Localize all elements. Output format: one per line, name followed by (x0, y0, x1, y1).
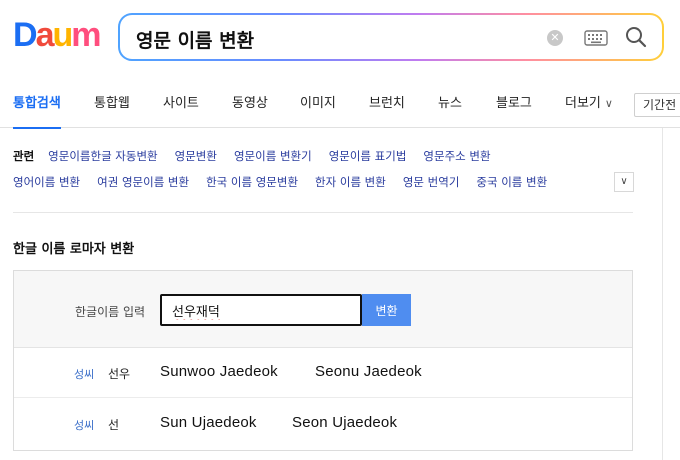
romanization-result: Sunwoo Jaedeok (160, 363, 278, 380)
period-filter-button[interactable]: 기간전 (634, 93, 680, 117)
romanization-result: Seon Ujaedeok (292, 414, 398, 431)
search-box-inner: 영문 이름 변환 ✕ (120, 15, 662, 59)
related-row-1: 관련 영문이름한글 자동변환 영문변환 영문이름 변환기 영문이름 표기법 영문주소 변환 (13, 148, 508, 168)
tab-more-label: 더보기 (565, 96, 601, 111)
related-row-2: 영어이름 변환 여권 영문이름 변환 한국 이름 영문변환 한자 이름 변환 영문 번역… (13, 174, 564, 194)
chevron-down-icon: ∨ (604, 97, 613, 110)
related-link[interactable]: 영문이름 표기법 (329, 149, 407, 163)
romanization-result: Sun Ujaedeok (160, 414, 257, 431)
tab-news[interactable]: 뉴스 (438, 82, 462, 128)
surname-value: 선우 (108, 367, 131, 381)
keyboard-icon[interactable] (584, 29, 608, 47)
related-link[interactable]: 한국 이름 영문변환 (206, 175, 298, 189)
expand-related-chevron-icon[interactable]: ∨ (614, 172, 634, 192)
search-input[interactable]: 영문 이름 변환 (136, 26, 254, 53)
related-link[interactable]: 영문주소 변환 (423, 149, 490, 163)
tab-image[interactable]: 이미지 (300, 82, 336, 128)
tab-video[interactable]: 동영상 (232, 82, 268, 128)
surname-tag: 성씨 (74, 368, 95, 381)
related-link[interactable]: 영어이름 변환 (13, 175, 80, 189)
search-box: 영문 이름 변환 ✕ (118, 13, 664, 61)
right-column-divider (662, 128, 663, 460)
related-link[interactable]: 영문변환 (175, 149, 217, 163)
tab-integrated-web[interactable]: 통합웹 (94, 82, 130, 128)
logo-letter-u: u (52, 16, 73, 54)
daum-logo[interactable]: D a u m (13, 16, 102, 54)
tab-more[interactable]: 더보기 ∨ (565, 82, 613, 128)
logo-letter-a: a (35, 16, 55, 54)
korean-name-input[interactable] (160, 294, 362, 326)
search-tabs: 통합검색 통합웹 사이트 동영상 이미지 브런치 뉴스 블로그 더보기 ∨ 기간전 (0, 82, 680, 129)
tab-integrated-search[interactable]: 통합검색 (13, 82, 61, 129)
romanization-converter: 한글이름 입력 변환 성씨 선우 Sunwoo Jaedeok Seonu Ja… (13, 270, 633, 451)
surname-tag: 성씨 (74, 419, 95, 432)
search-icon[interactable] (624, 25, 648, 49)
related-link[interactable]: 영문이름한글 자동변환 (48, 149, 157, 163)
related-link[interactable]: 영문 번역기 (403, 175, 460, 189)
name-input-label: 한글이름 입력 (75, 305, 146, 319)
section-divider (13, 212, 633, 213)
clear-search-icon[interactable]: ✕ (547, 30, 563, 46)
tab-blog[interactable]: 블로그 (496, 82, 532, 128)
related-link[interactable]: 중국 이름 변환 (476, 175, 547, 189)
logo-letter-d: D (13, 16, 38, 54)
tab-site[interactable]: 사이트 (163, 82, 199, 128)
tab-brunch[interactable]: 브런치 (369, 82, 405, 128)
header: D a u m 영문 이름 변환 ✕ (0, 0, 680, 82)
result-row: 성씨 선 Sun Ujaedeok Seon Ujaedeok (14, 399, 632, 449)
logo-letter-m: m (71, 16, 101, 54)
surname-value: 선 (108, 418, 120, 432)
related-label: 관련 (13, 149, 35, 163)
related-fade (578, 170, 614, 192)
result-row: 성씨 선우 Sunwoo Jaedeok Seonu Jaedeok (14, 348, 632, 398)
romanization-result: Seonu Jaedeok (315, 363, 422, 380)
converter-title: 한글 이름 로마자 변환 (13, 242, 135, 257)
related-link[interactable]: 한자 이름 변환 (315, 175, 386, 189)
related-link[interactable]: 여권 영문이름 변환 (97, 175, 189, 189)
converter-input-area: 한글이름 입력 변환 (14, 271, 632, 348)
convert-button[interactable]: 변환 (362, 294, 411, 326)
related-link[interactable]: 영문이름 변환기 (234, 149, 312, 163)
